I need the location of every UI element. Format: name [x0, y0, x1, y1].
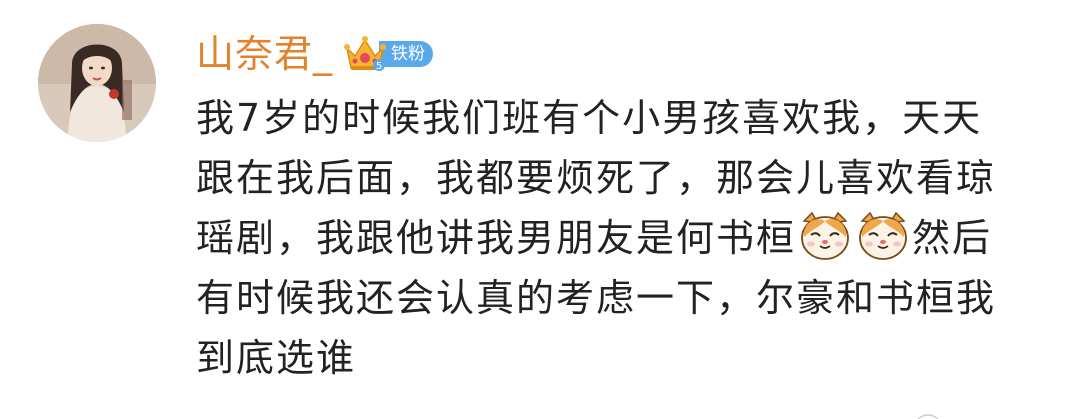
comment-text-line: 跟在我后面，我都要烦死了，那会儿喜欢看琼 [196, 156, 997, 200]
crown-icon: 5 [343, 34, 387, 74]
username[interactable]: 山奈君_ [196, 26, 333, 82]
svg-text:5: 5 [376, 61, 382, 72]
comment-text-segment: 瑶剧，我跟他讲我男朋友是何书桓 [196, 216, 797, 260]
comment-text-line: 到底选谁 [196, 336, 357, 380]
comment-header: 山奈君_ 5 铁粉 [196, 26, 434, 82]
fan-badge[interactable]: 5 铁粉 [343, 34, 434, 74]
cat-face-emoji-icon [798, 211, 852, 261]
avatar[interactable] [38, 24, 156, 142]
cat-face-emoji-icon [856, 211, 910, 261]
comment-text-line-with-emoji: 瑶剧，我跟他讲我男朋友是何书桓 然后 [196, 208, 1066, 268]
comment-text: 我7岁的时候我们班有个小男孩喜欢我，天天 跟在我后面，我都要烦死了，那会儿喜欢看… [196, 88, 1066, 388]
comment-text-line: 我7岁的时候我们班有个小男孩喜欢我，天天 [196, 96, 983, 140]
comment-item: 山奈君_ 5 铁粉 我7岁的时候我们班有个小男孩喜欢我，天天 跟在我后面，我都要… [0, 0, 1080, 419]
avatar-image [38, 24, 156, 142]
fan-badge-label: 铁粉 [379, 41, 434, 67]
comment-text-line: 有时候我还会认真的考虑一下，尔豪和书桓我 [196, 276, 997, 320]
comment-text-segment: 然后 [912, 216, 993, 260]
divider-mark-icon [917, 414, 939, 419]
